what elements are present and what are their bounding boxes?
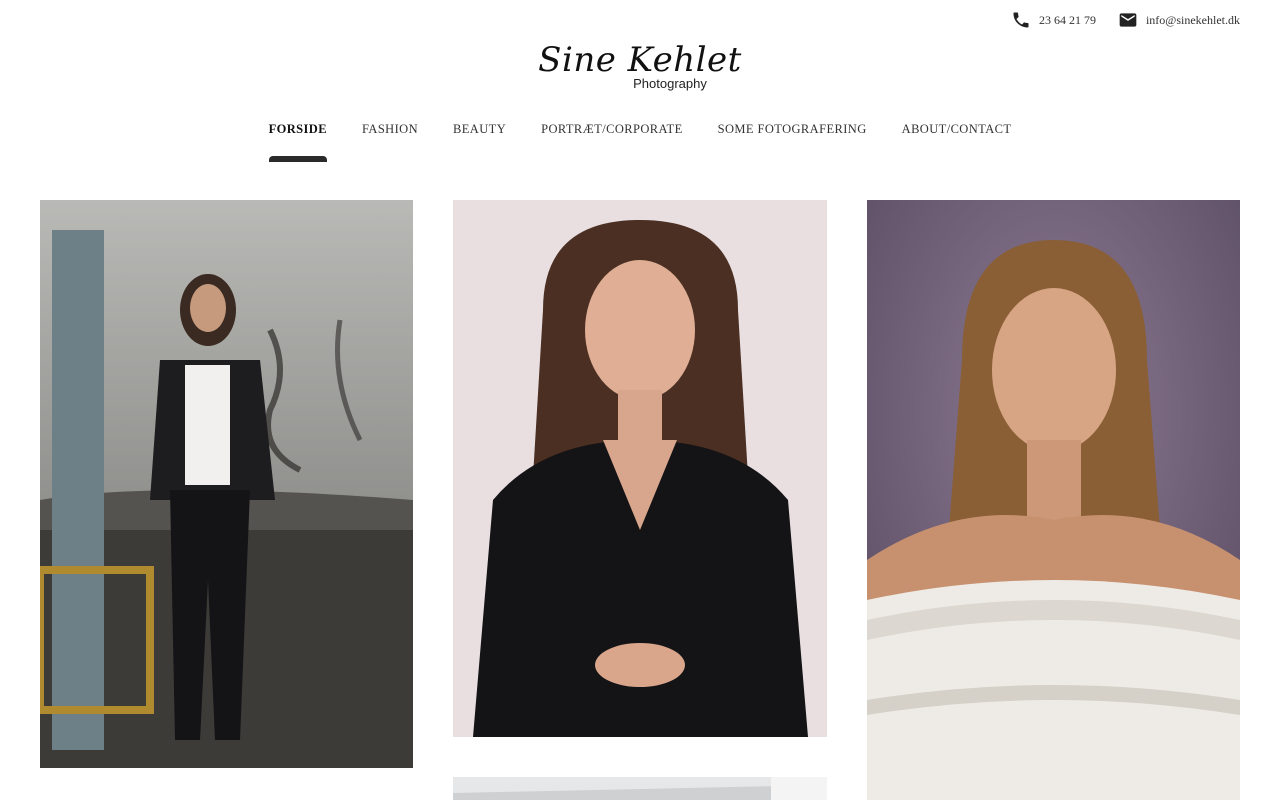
nav-item-label: ABOUT/CONTACT — [901, 122, 1012, 136]
nav-item-label: FASHION — [361, 122, 419, 136]
nav-item-forside[interactable]: FORSIDE — [268, 122, 327, 162]
photo-gallery — [40, 200, 1240, 800]
email-link[interactable]: info@sinekehlet.dk — [1118, 10, 1240, 30]
mail-icon — [1119, 13, 1137, 27]
nav-item-beauty[interactable]: BEAUTY — [453, 122, 506, 143]
phone-number: 23 64 21 79 — [1038, 12, 1096, 27]
gallery-photo-1[interactable] — [40, 200, 413, 768]
phone-icon — [1013, 12, 1029, 28]
photo-image — [40, 200, 413, 768]
main-nav: FORSIDE FASHION BEAUTY PORTRÆT/CORPORATE… — [0, 122, 1280, 162]
nav-item-label: BEAUTY — [453, 122, 507, 136]
photo-image — [867, 200, 1240, 800]
nav-item-fashion[interactable]: FASHION — [362, 122, 418, 143]
nav-item-some-fotografering[interactable]: SOME FOTOGRAFERING — [718, 122, 867, 143]
gallery-photo-3[interactable] — [867, 200, 1240, 800]
gallery-photo-4[interactable] — [453, 777, 827, 800]
nav-item-about-contact[interactable]: ABOUT/CONTACT — [902, 122, 1012, 143]
gallery-photo-2[interactable] — [453, 200, 827, 737]
email-address: info@sinekehlet.dk — [1145, 12, 1240, 27]
nav-item-label: FORSIDE — [268, 122, 327, 136]
active-nav-indicator — [268, 156, 327, 162]
nav-item-label: SOME FOTOGRAFERING — [717, 122, 867, 136]
photo-image — [453, 200, 827, 737]
logo-subtitle: Photography — [633, 76, 707, 91]
site-logo[interactable]: Sine Kehlet Photography — [0, 42, 1280, 91]
phone-link[interactable]: 23 64 21 79 — [1011, 10, 1096, 30]
photo-image — [453, 777, 827, 800]
contact-bar: 23 64 21 79 info@sinekehlet.dk — [1011, 10, 1240, 30]
nav-item-label: PORTRÆT/CORPORATE — [541, 122, 683, 136]
logo-script-text: Sine Kehlet — [538, 40, 742, 80]
nav-item-portraet-corporate[interactable]: PORTRÆT/CORPORATE — [541, 122, 683, 143]
